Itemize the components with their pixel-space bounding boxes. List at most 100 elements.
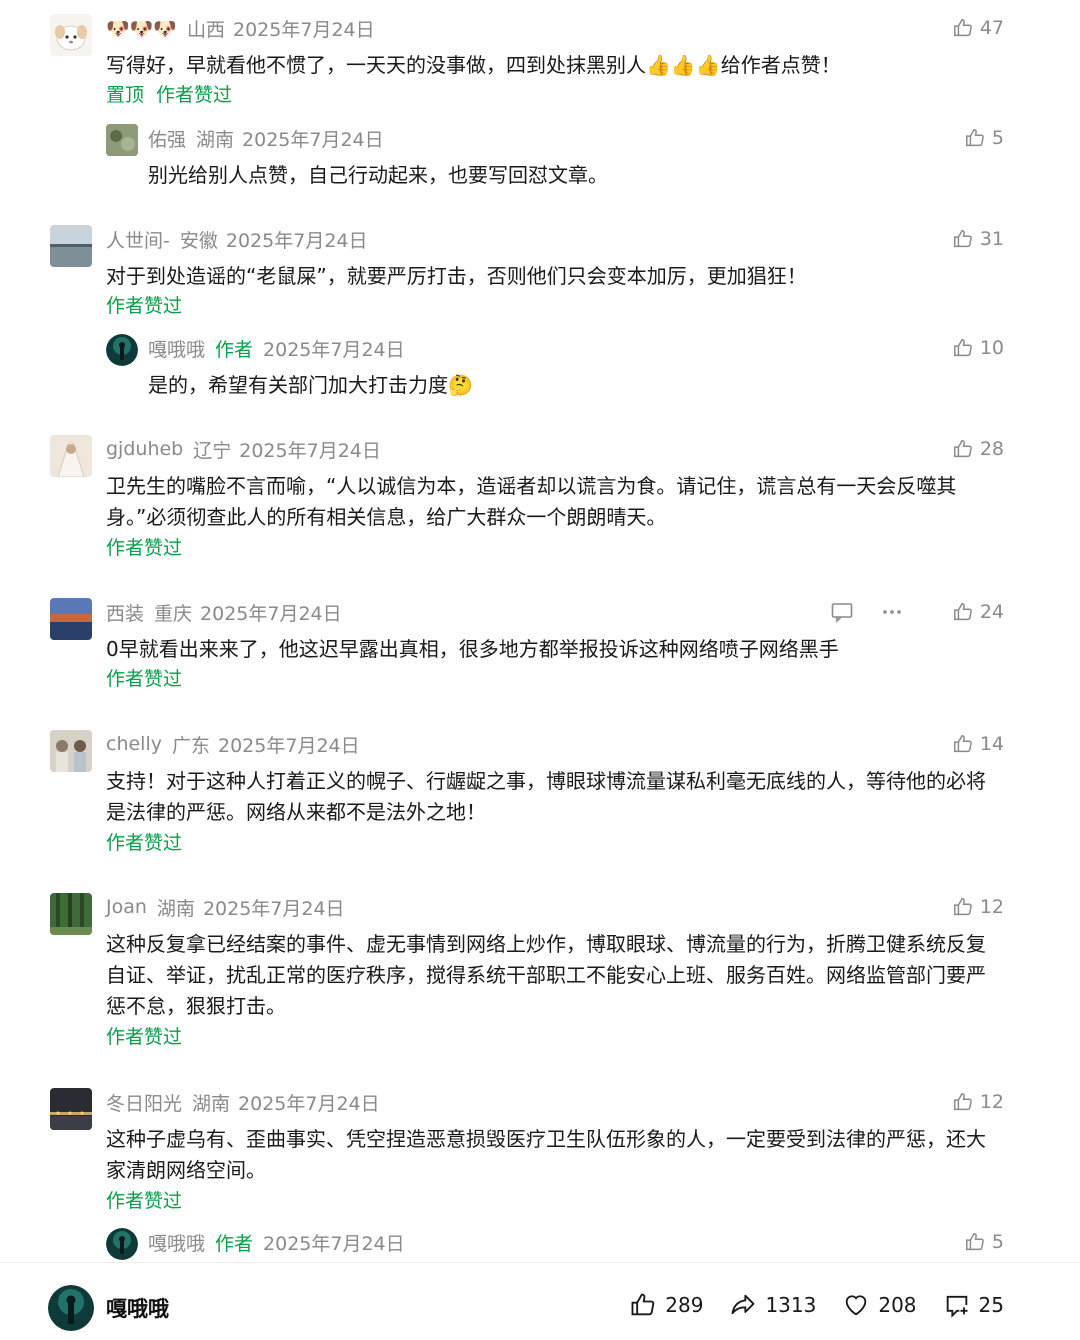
heart-icon	[846, 1295, 867, 1316]
comment-tags: 作者赞过	[106, 664, 182, 691]
comment-tags: 作者赞过	[106, 291, 182, 318]
comment-bubble-icon[interactable]	[830, 600, 854, 624]
avatar[interactable]	[50, 435, 92, 477]
date: 2025年7月24日	[233, 18, 375, 41]
thumb-up-icon	[953, 440, 972, 458]
nickname[interactable]: Joan	[106, 896, 147, 918]
reply-meta: 嘎哦哦 作者 2025年7月24日	[148, 334, 405, 362]
comment-tags: 作者赞过	[106, 828, 182, 855]
thumb-up-icon	[953, 603, 972, 621]
pinned-tag: 置顶	[106, 84, 145, 106]
like-count: 12	[979, 896, 1004, 918]
region: 重庆	[154, 602, 193, 625]
author-liked-tag: 作者赞过	[156, 84, 233, 106]
like-button[interactable]: 24	[952, 598, 1004, 626]
nickname[interactable]: 嘎哦哦	[148, 1229, 205, 1256]
thumb-up-icon	[965, 1233, 984, 1251]
comment-plus-icon	[946, 1295, 968, 1318]
comment-text: 对于到处造谣的“老鼠屎”，就要严厉打击，否则他们只会变本加厉，更加猖狂！	[106, 264, 807, 288]
comment-meta: gjduheb 辽宁 2025年7月24日	[106, 435, 381, 463]
nickname[interactable]: 嘎哦哦	[148, 335, 205, 362]
comment-item: 西装 重庆 2025年7月24日 24 0早就看出来来了，他这迟早露出真相，很多…	[50, 598, 1004, 693]
avatar[interactable]	[50, 598, 92, 640]
article-actions: 289 1313 208 25	[629, 1291, 1004, 1319]
comment-meta: 冬日阳光 湖南 2025年7月24日	[106, 1088, 380, 1116]
comment-item: 冬日阳光 湖南 2025年7月24日 12 这种子虚乌有、歪曲事实、凭空捏造恶意…	[50, 1088, 1004, 1213]
comment-tags: 作者赞过	[106, 1186, 182, 1213]
comment-meta: chelly 广东 2025年7月24日	[106, 730, 360, 758]
nickname[interactable]: 🐶🐶🐶	[106, 17, 177, 40]
avatar[interactable]	[50, 893, 92, 935]
avatar[interactable]	[50, 14, 92, 56]
nickname[interactable]: 佑强	[148, 125, 186, 152]
like-button[interactable]: 28	[952, 435, 1004, 463]
like-count: 12	[979, 1091, 1004, 1113]
comment-item: chelly 广东 2025年7月24日 14 支持！对于这种人打着正义的幌子、…	[50, 730, 1004, 855]
thumb-up-icon	[953, 19, 972, 37]
like-count: 24	[979, 601, 1004, 623]
thumb-up-icon	[953, 1093, 972, 1111]
more-dots-icon[interactable]	[880, 600, 904, 624]
thumb-up-icon	[953, 735, 972, 753]
nickname[interactable]: chelly	[106, 733, 162, 755]
author-liked-tag: 作者赞过	[106, 1026, 183, 1048]
avatar[interactable]	[50, 225, 92, 267]
date: 2025年7月24日	[238, 1092, 380, 1115]
avatar[interactable]	[50, 730, 92, 772]
reply-item: 嘎哦哦 作者 2025年7月24日 5	[106, 1228, 1004, 1262]
bottom-action-bar: 嘎哦哦 289 1313 208 25	[0, 1262, 1080, 1340]
avatar[interactable]	[106, 334, 138, 366]
reply-meta: 嘎哦哦 作者 2025年7月24日	[148, 1228, 405, 1256]
nickname[interactable]: 人世间-	[106, 226, 170, 253]
like-count: 5	[991, 127, 1004, 149]
region: 湖南	[192, 1092, 231, 1115]
avatar[interactable]	[50, 1088, 92, 1130]
like-button[interactable]: 12	[952, 1088, 1004, 1116]
avatar[interactable]	[106, 1228, 138, 1260]
comment-item: 🐶🐶🐶 山西 2025年7月24日 47 写得好，早就看他不惯了，一天天的没事做…	[50, 14, 1004, 107]
region: 辽宁	[193, 439, 232, 462]
nickname[interactable]: gjduheb	[106, 438, 183, 460]
comment-text: 这种反复拿已经结案的事件、虚无事情到网络上炒作，博取眼球、博流量的行为，折腾卫健…	[106, 932, 986, 1018]
reply-item: 佑强 湖南 2025年7月24日 5 别光给别人点赞，自己行动起来，也要写回怼文…	[106, 124, 1004, 188]
nickname[interactable]: 西装	[106, 599, 144, 626]
thumb-up-icon	[965, 129, 984, 147]
reply-text: 是的，希望有关部门加大打击力度🤔	[148, 373, 473, 397]
region: 广东	[171, 734, 210, 757]
author-liked-tag: 作者赞过	[106, 295, 183, 317]
comment-tags: 作者赞过	[106, 1022, 182, 1049]
favorite-button[interactable]: 208	[842, 1291, 917, 1319]
comment-text: 卫先生的嘴脸不言而喻，“人以诚信为本，造谣者却以谎言为食。请记住，谎言总有一天会…	[106, 474, 957, 529]
like-count: 14	[979, 733, 1004, 755]
like-article-button[interactable]: 289	[629, 1291, 703, 1319]
author-liked-tag: 作者赞过	[106, 1190, 183, 1212]
like-button[interactable]: 14	[952, 730, 1004, 758]
comment-button[interactable]: 25	[943, 1291, 1004, 1319]
like-button[interactable]: 5	[964, 1228, 1004, 1256]
comment-meta: Joan 湖南 2025年7月24日	[106, 893, 345, 921]
author-name[interactable]: 嘎哦哦	[106, 1293, 169, 1323]
like-button[interactable]: 10	[952, 334, 1004, 362]
thumb-up-icon	[631, 1293, 655, 1316]
avatar[interactable]	[106, 124, 138, 156]
author-liked-tag: 作者赞过	[106, 537, 183, 559]
comment-count: 25	[978, 1293, 1004, 1317]
reply-meta: 佑强 湖南 2025年7月24日	[148, 124, 384, 152]
share-count: 1313	[765, 1293, 817, 1317]
share-button[interactable]: 1313	[729, 1291, 816, 1319]
nickname[interactable]: 冬日阳光	[106, 1089, 182, 1116]
region: 安徽	[179, 229, 218, 252]
comment-tags: 置顶 作者赞过	[106, 80, 232, 107]
like-button[interactable]: 12	[952, 893, 1004, 921]
like-button[interactable]: 47	[952, 14, 1004, 42]
comment-tags: 作者赞过	[106, 533, 182, 560]
region: 湖南	[156, 897, 195, 920]
author-avatar[interactable]	[48, 1285, 94, 1331]
like-button[interactable]: 31	[952, 225, 1004, 253]
date: 2025年7月24日	[263, 1232, 405, 1255]
like-count: 47	[979, 17, 1004, 39]
date: 2025年7月24日	[225, 229, 368, 252]
like-button[interactable]: 5	[964, 124, 1004, 152]
comment-item: 人世间- 安徽 2025年7月24日 31 对于到处造谣的“老鼠屎”，就要严厉打…	[50, 225, 1004, 318]
date: 2025年7月24日	[239, 439, 381, 462]
